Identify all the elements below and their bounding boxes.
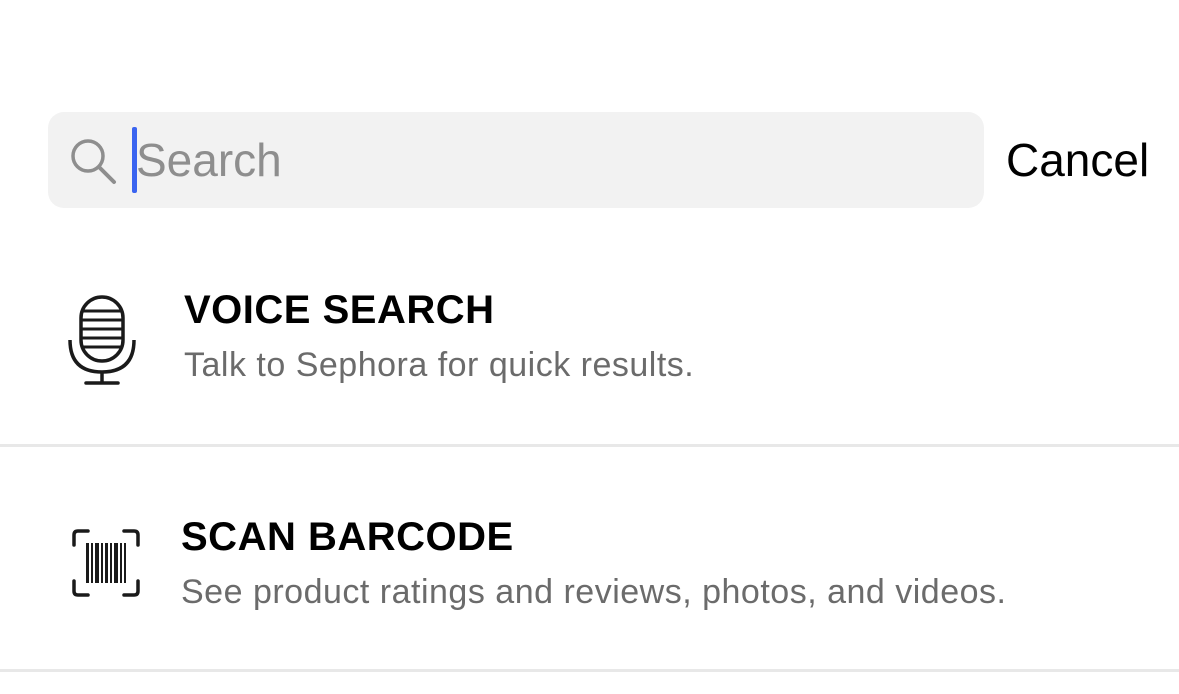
- search-input[interactable]: [136, 126, 956, 194]
- text-cursor: [132, 127, 137, 193]
- voice-search-title: VOICE SEARCH: [184, 288, 495, 332]
- search-screen: Cancel VOICE SEARCH Talk to Sephora for …: [0, 0, 1179, 694]
- voice-search-option[interactable]: VOICE SEARCH Talk to Sephora for quick r…: [0, 230, 1179, 445]
- cancel-button[interactable]: Cancel: [1006, 132, 1149, 188]
- divider: [0, 669, 1179, 672]
- barcode-scan-icon: [72, 529, 140, 597]
- scan-barcode-subtitle: See product ratings and reviews, photos,…: [181, 573, 1007, 611]
- microphone-icon: [68, 295, 136, 385]
- voice-search-subtitle: Talk to Sephora for quick results.: [184, 346, 695, 384]
- search-icon: [71, 139, 116, 184]
- scan-barcode-title: SCAN BARCODE: [181, 515, 514, 559]
- scan-barcode-option[interactable]: SCAN BARCODE See product ratings and rev…: [0, 447, 1179, 669]
